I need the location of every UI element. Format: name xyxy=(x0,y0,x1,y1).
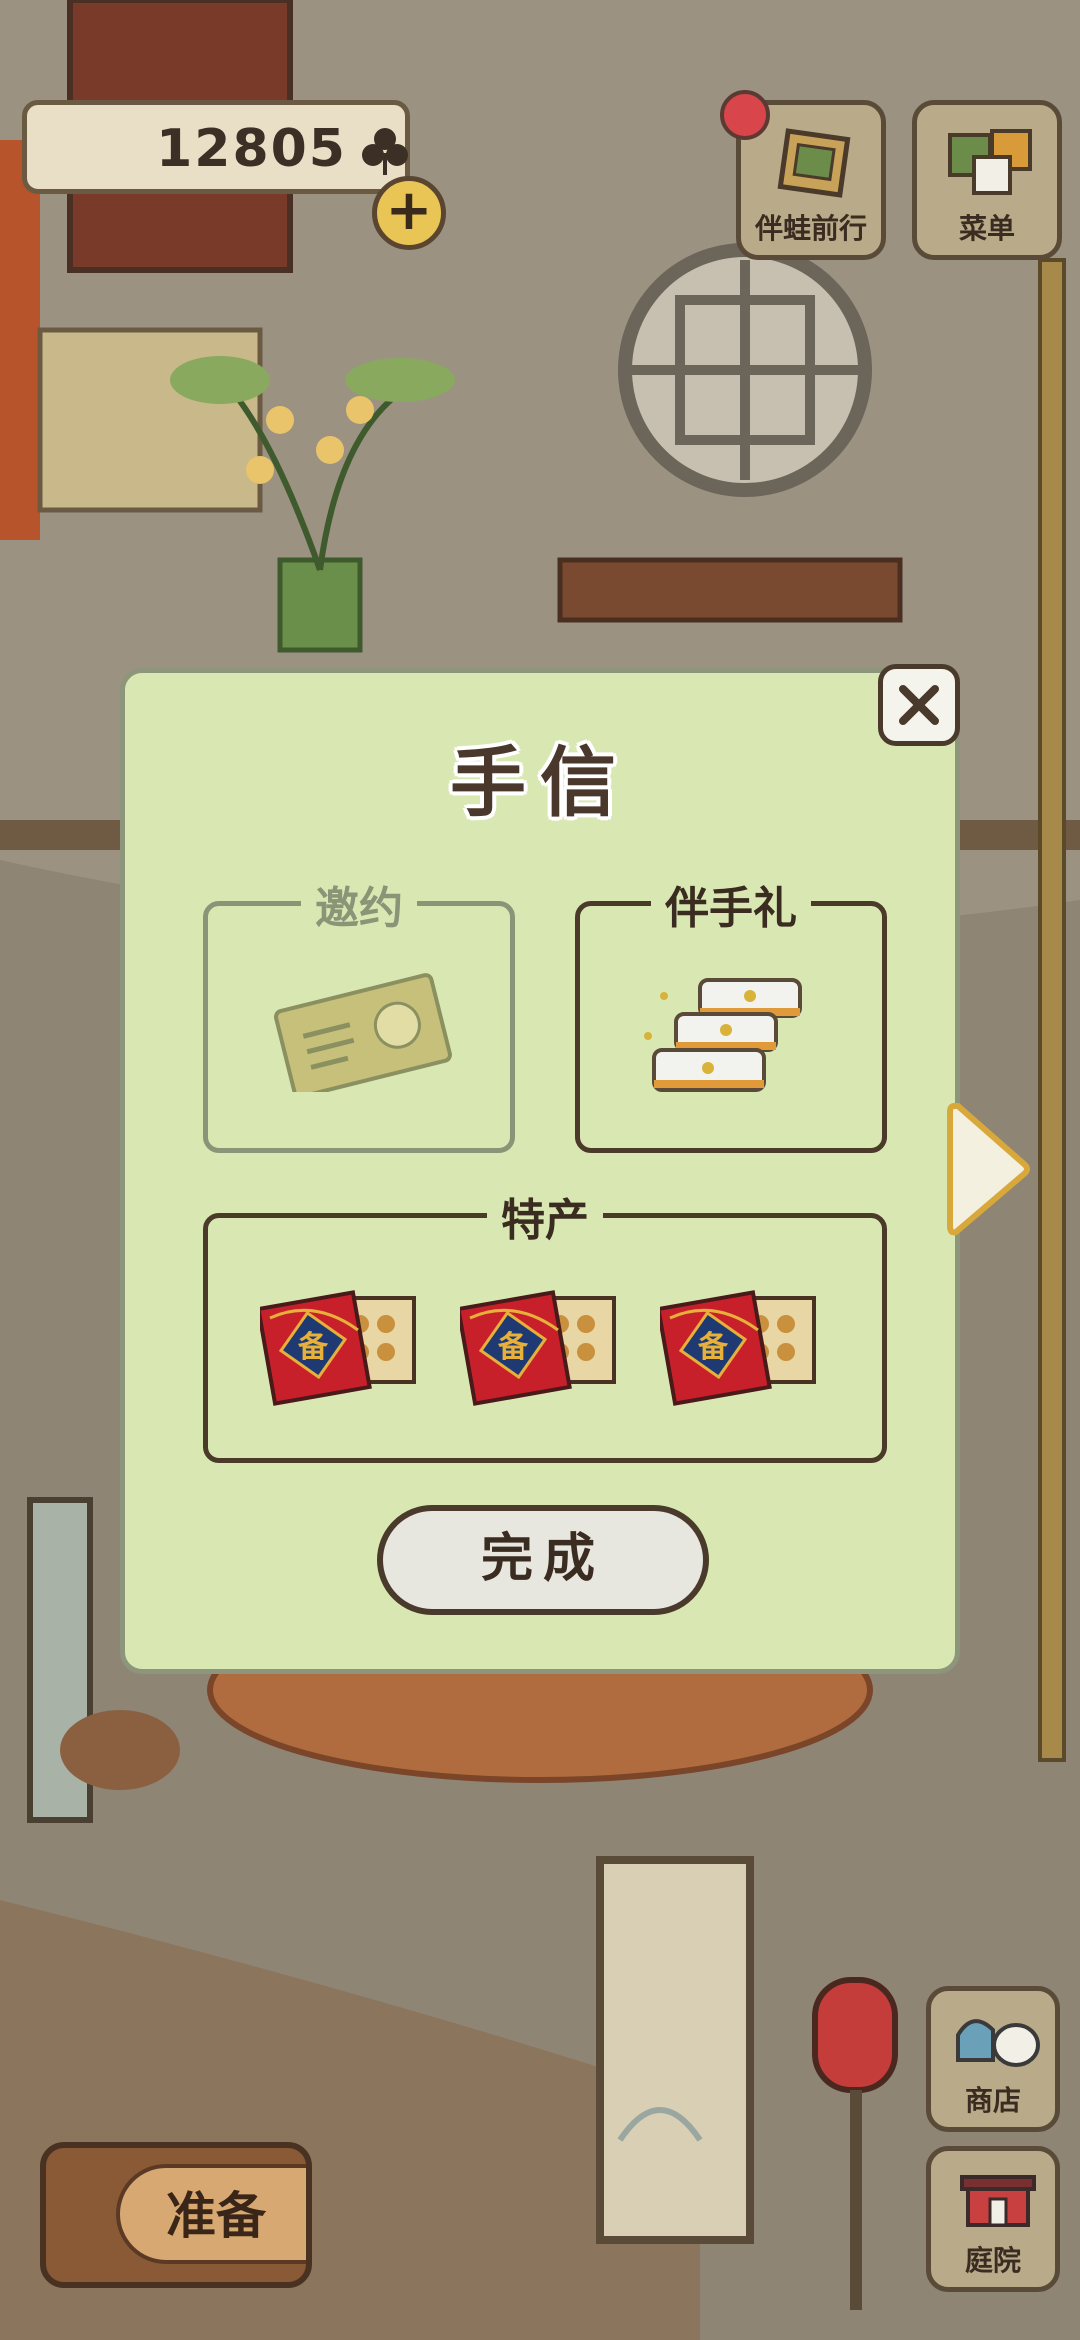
specialty-box-char: 备 xyxy=(298,1330,328,1365)
yard-icon xyxy=(960,2175,1036,2227)
prepare-button[interactable]: 准备 xyxy=(40,2142,312,2288)
specialty-item: 备 xyxy=(660,1278,820,1408)
specialty-box-icon xyxy=(660,1290,816,1406)
specialty-label: 特产 xyxy=(487,1184,603,1248)
specialty-box-char: 备 xyxy=(698,1330,728,1365)
plus-icon: + xyxy=(385,178,433,243)
souvenir-dialog: 手信 邀约 伴手礼 特产 备 备 备 完成 xyxy=(120,668,960,1674)
gift-label: 伴手礼 xyxy=(651,872,811,936)
chevron-right-icon[interactable] xyxy=(946,1098,1030,1240)
dialog-title: 手信 xyxy=(450,738,630,827)
specialty-item: 备 xyxy=(460,1278,620,1408)
specialty-item: 备 xyxy=(260,1278,420,1408)
clover-counter: 12805 xyxy=(22,100,410,194)
menu-label: 菜单 xyxy=(958,212,1015,245)
gift-slot[interactable]: 伴手礼 xyxy=(575,872,887,1153)
specialty-box-icon xyxy=(260,1290,416,1406)
specialty-box-icon xyxy=(460,1290,616,1406)
clover-count: 12805 xyxy=(156,119,347,179)
close-button[interactable] xyxy=(878,664,960,746)
journey-label: 伴蛙前行 xyxy=(754,212,867,245)
invite-label: 邀约 xyxy=(301,872,417,936)
invite-slot[interactable]: 邀约 xyxy=(203,872,515,1153)
yard-label: 庭院 xyxy=(964,2244,1021,2277)
shop-label: 商店 xyxy=(964,2084,1021,2117)
clover-icon xyxy=(362,128,408,175)
invitation-ticket-icon xyxy=(273,973,452,1092)
yard-button[interactable]: 庭院 xyxy=(926,2146,1060,2292)
add-clover-button[interactable]: + xyxy=(372,176,446,250)
notification-dot xyxy=(720,90,770,140)
shop-icon xyxy=(956,2019,1040,2067)
menu-button[interactable]: 菜单 xyxy=(912,100,1062,260)
menu-icon xyxy=(948,129,1032,195)
shop-button[interactable]: 商店 xyxy=(926,1986,1060,2132)
specialty-slot[interactable]: 特产 备 备 备 xyxy=(203,1184,887,1463)
cake-stack-icon xyxy=(644,978,802,1092)
prepare-label: 准备 xyxy=(166,2187,266,2245)
journey-icon xyxy=(777,128,851,198)
done-button[interactable]: 完成 xyxy=(377,1505,709,1615)
close-icon xyxy=(899,685,939,725)
specialty-box-char: 备 xyxy=(498,1330,528,1365)
